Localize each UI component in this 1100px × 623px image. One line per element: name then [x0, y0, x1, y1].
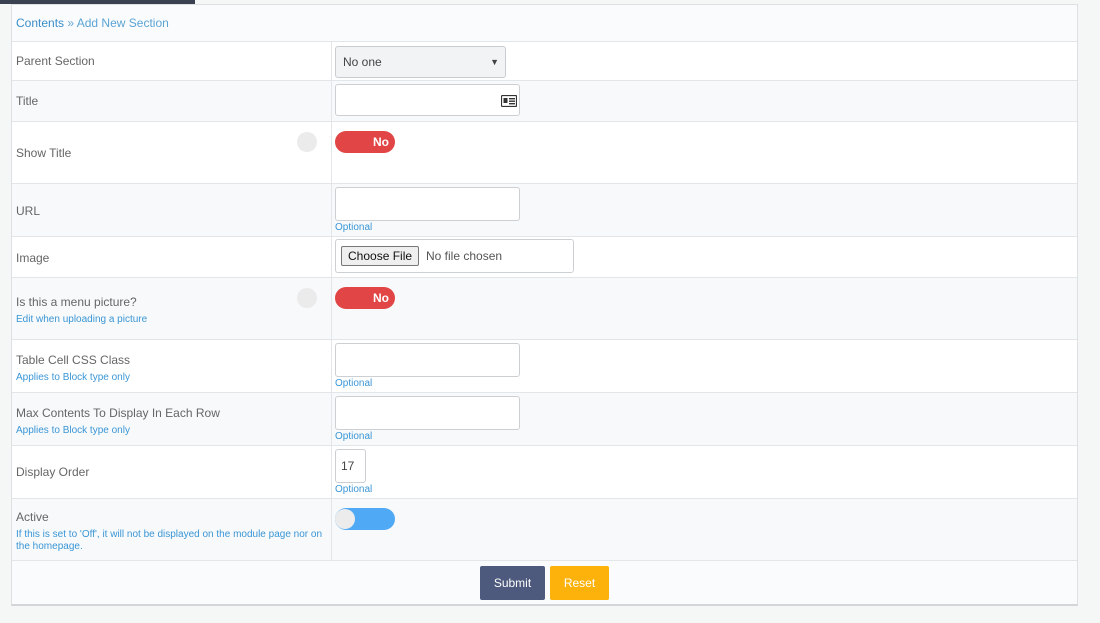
row-menu-picture: Is this a menu picture? Edit when upload…	[12, 278, 1077, 340]
url-optional-note: Optional	[335, 222, 373, 233]
display-order-input[interactable]: 17	[335, 449, 366, 483]
show-title-label: Show Title	[16, 146, 72, 160]
parent-section-select[interactable]: No one ▼	[335, 46, 506, 78]
active-label: Active	[16, 510, 49, 524]
row-url: URL Optional	[12, 184, 1077, 237]
breadcrumb-contents-link[interactable]: Contents	[16, 16, 64, 30]
parent-section-value: No one	[343, 55, 382, 69]
max-contents-input[interactable]	[335, 396, 520, 430]
file-status-text: No file chosen	[426, 249, 503, 263]
contact-card-icon	[500, 94, 518, 110]
row-show-title: Show Title No	[12, 122, 1077, 184]
active-hint: If this is set to 'Off', it will not be …	[16, 529, 323, 552]
form-actions: Submit Reset	[12, 561, 1077, 605]
add-section-form: Contents » Add New Section Parent Sectio…	[11, 4, 1078, 606]
show-title-toggle-label: No	[373, 135, 389, 149]
css-class-hint: Applies to Block type only	[16, 372, 130, 383]
title-label: Title	[16, 94, 39, 108]
image-label: Image	[16, 251, 50, 265]
row-parent-section: Parent Section No one ▼	[12, 42, 1077, 81]
css-class-label: Table Cell CSS Class	[16, 353, 131, 367]
row-title: Title	[12, 81, 1077, 122]
submit-button[interactable]: Submit	[480, 566, 545, 600]
active-toggle-knob	[335, 509, 355, 529]
max-contents-label: Max Contents To Display In Each Row	[16, 406, 220, 420]
title-input[interactable]	[335, 84, 520, 116]
css-class-input[interactable]	[335, 343, 520, 377]
menu-picture-info-dot	[297, 288, 317, 308]
menu-picture-hint: Edit when uploading a picture	[16, 314, 148, 325]
row-max-contents: Max Contents To Display In Each Row Appl…	[12, 393, 1077, 446]
url-label: URL	[16, 204, 41, 218]
menu-picture-toggle[interactable]: No	[335, 287, 395, 309]
breadcrumb-separator: »	[67, 16, 75, 30]
display-order-optional-note: Optional	[335, 484, 373, 495]
css-class-optional-note: Optional	[335, 378, 373, 389]
image-file-input: Choose File No file chosen	[335, 239, 574, 273]
chevron-down-icon: ▼	[490, 57, 499, 67]
breadcrumb-current: Add New Section	[76, 16, 169, 30]
row-display-order: Display Order 17 Optional	[12, 446, 1077, 499]
menu-picture-toggle-label: No	[373, 291, 389, 305]
url-input[interactable]	[335, 187, 520, 221]
row-image: Image Choose File No file chosen	[12, 237, 1077, 278]
active-toggle[interactable]: s	[335, 508, 395, 530]
parent-section-label: Parent Section	[16, 54, 95, 68]
menu-picture-label: Is this a menu picture?	[16, 295, 137, 309]
max-contents-optional-note: Optional	[335, 431, 373, 442]
show-title-toggle[interactable]: No	[335, 131, 395, 153]
choose-file-button[interactable]: Choose File	[341, 246, 420, 266]
row-active: Active If this is set to 'Off', it will …	[12, 499, 1077, 561]
row-css-class: Table Cell CSS Class Applies to Block ty…	[12, 340, 1077, 393]
show-title-info-dot	[297, 132, 317, 152]
reset-button[interactable]: Reset	[550, 566, 609, 600]
breadcrumb: Contents » Add New Section	[12, 5, 1077, 42]
display-order-label: Display Order	[16, 465, 90, 479]
max-contents-hint: Applies to Block type only	[16, 425, 130, 436]
